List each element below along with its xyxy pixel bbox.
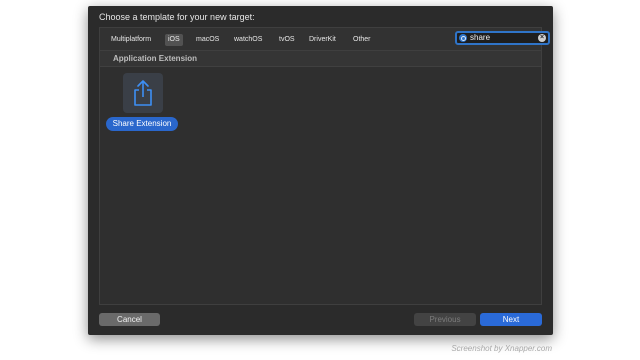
template-share-extension[interactable]: Share Extension bbox=[106, 71, 178, 131]
watermark: Screenshot by Xnapper.com bbox=[451, 344, 552, 353]
previous-button[interactable]: Previous bbox=[414, 313, 476, 326]
search-field[interactable]: share × bbox=[455, 31, 550, 45]
share-icon bbox=[123, 73, 163, 113]
section-header: Application Extension bbox=[100, 51, 541, 67]
section-title: Application Extension bbox=[113, 54, 198, 63]
tab-watchos[interactable]: watchOS bbox=[231, 34, 265, 46]
clear-icon[interactable]: × bbox=[538, 34, 546, 42]
tab-multiplatform[interactable]: Multiplatform bbox=[108, 34, 154, 46]
platform-tab-bar: Multiplatform iOS macOS watchOS tvOS Dri… bbox=[99, 27, 550, 51]
next-button[interactable]: Next bbox=[480, 313, 542, 326]
tab-other[interactable]: Other bbox=[350, 34, 374, 46]
tab-driverkit[interactable]: DriverKit bbox=[306, 34, 339, 46]
search-icon bbox=[459, 34, 467, 42]
tab-tvos[interactable]: tvOS bbox=[276, 34, 298, 46]
tab-ios[interactable]: iOS bbox=[165, 34, 183, 46]
search-input[interactable]: share bbox=[470, 33, 490, 43]
cancel-button[interactable]: Cancel bbox=[99, 313, 160, 326]
template-label: Share Extension bbox=[106, 117, 178, 131]
template-dialog: Choose a template for your new target: M… bbox=[88, 6, 553, 335]
dialog-title: Choose a template for your new target: bbox=[99, 12, 255, 22]
tab-macos[interactable]: macOS bbox=[193, 34, 222, 46]
template-list: Application Extension Share Extension bbox=[99, 50, 542, 305]
